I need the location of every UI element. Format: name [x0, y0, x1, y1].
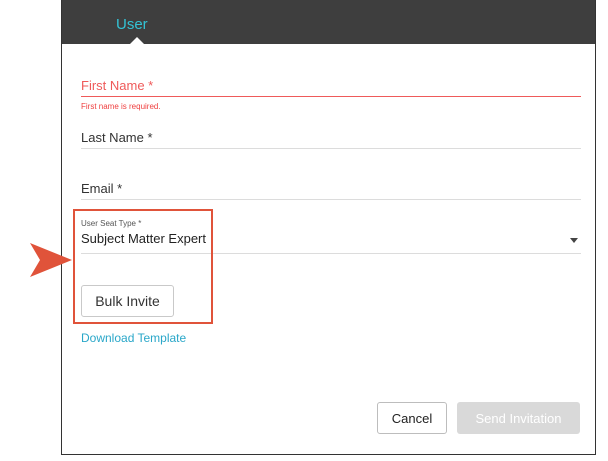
cancel-button[interactable]: Cancel	[377, 402, 447, 434]
tab-indicator	[130, 37, 144, 44]
email-underline	[81, 199, 581, 200]
dialog-header: User	[62, 0, 595, 44]
first-name-label: First Name *	[81, 78, 154, 93]
chevron-down-icon[interactable]	[570, 238, 578, 243]
arrow-right-icon	[30, 243, 72, 277]
annotation-highlight-box	[73, 209, 213, 324]
first-name-underline	[81, 96, 581, 97]
first-name-error: First name is required.	[81, 102, 161, 111]
send-invitation-button[interactable]: Send Invitation	[457, 402, 580, 434]
tab-user[interactable]: User	[116, 16, 148, 33]
download-template-link[interactable]: Download Template	[81, 331, 186, 345]
last-name-underline	[81, 148, 581, 149]
email-label: Email *	[81, 181, 123, 196]
last-name-label: Last Name *	[81, 130, 153, 145]
